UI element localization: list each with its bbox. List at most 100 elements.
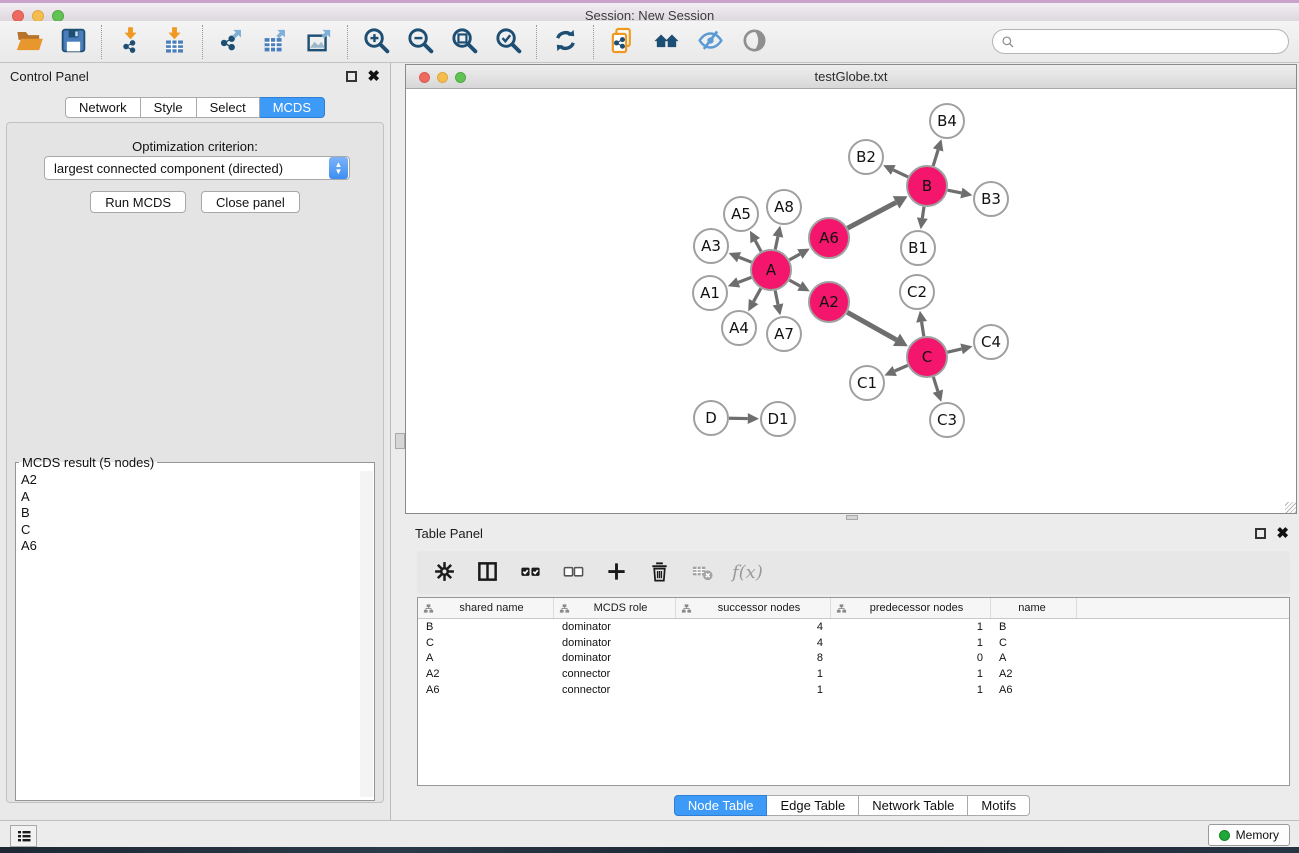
result-scrollbar[interactable] [360, 471, 373, 797]
table-cell[interactable]: A [991, 652, 1077, 664]
graph-edge-A-A2[interactable] [789, 280, 800, 286]
table-row[interactable]: Cdominator41C [418, 635, 1289, 651]
zoom-in-button[interactable] [359, 25, 393, 59]
close-panel-button[interactable]: Close panel [201, 191, 300, 213]
save-session-button[interactable] [56, 25, 90, 59]
table-cell[interactable]: 1 [676, 668, 831, 680]
run-mcds-button[interactable]: Run MCDS [90, 191, 186, 213]
graph-edge-A-A7[interactable] [775, 291, 778, 305]
select-all-checkboxes-button[interactable] [517, 560, 543, 586]
graph-edge-A6-B[interactable] [848, 202, 897, 228]
tab-network[interactable]: Network [65, 97, 141, 118]
graph-edge-A-A6[interactable] [789, 254, 800, 260]
import-network-button[interactable] [113, 25, 147, 59]
import-table-button[interactable] [157, 25, 191, 59]
tab-select[interactable]: Select [197, 97, 260, 118]
table-cell[interactable]: 1 [831, 621, 991, 633]
graph-edge-C-C4[interactable] [947, 349, 961, 352]
mcds-result-item[interactable]: C [21, 522, 374, 539]
table-cell[interactable]: 1 [831, 637, 991, 649]
column-header-shared-name[interactable]: shared name [418, 598, 554, 618]
search-box[interactable] [992, 29, 1289, 54]
graph-edge-B-B2[interactable] [893, 170, 908, 177]
table-cell[interactable]: 1 [831, 684, 991, 696]
graph-edge-B-B3[interactable] [948, 190, 962, 193]
homes-button[interactable] [649, 25, 683, 59]
table-cell[interactable]: connector [554, 684, 676, 696]
graph-edge-C-C1[interactable] [895, 365, 908, 371]
graph-edge-B-B1[interactable] [922, 207, 924, 218]
mcds-result-item[interactable]: A2 [21, 472, 374, 489]
table-row[interactable]: A6connector11A6 [418, 682, 1289, 698]
table-float-panel-icon[interactable] [1255, 528, 1266, 539]
open-file-button[interactable] [12, 25, 46, 59]
export-table-button[interactable] [258, 25, 292, 59]
table-cell[interactable]: B [418, 621, 554, 633]
table-row[interactable]: Bdominator41B [418, 619, 1289, 635]
graph-edge-C-C2[interactable] [922, 322, 924, 336]
table-cell[interactable]: A [418, 652, 554, 664]
tab-network-table[interactable]: Network Table [859, 795, 968, 816]
table-cell[interactable]: A2 [991, 668, 1077, 680]
network-window-titlebar[interactable]: testGlobe.txt [406, 65, 1296, 89]
table-cell[interactable]: 4 [676, 637, 831, 649]
table-cell[interactable]: A2 [418, 668, 554, 680]
graph-edge-A-A1[interactable] [738, 277, 751, 282]
column-layout-button[interactable] [474, 560, 500, 586]
hide-display-button[interactable] [693, 25, 727, 59]
table-row[interactable]: Adominator80A [418, 650, 1289, 666]
delete-table-button[interactable] [689, 560, 715, 586]
table-cell[interactable]: dominator [554, 621, 676, 633]
tab-node-table[interactable]: Node Table [674, 795, 768, 816]
export-network-button[interactable] [214, 25, 248, 59]
search-input[interactable] [1019, 32, 1288, 52]
network-canvas[interactable]: B4B2BB3A5A8A6A3AB1A1C2A2A4A7C4CC1DD1C3 [406, 89, 1296, 513]
graph-edge-C-C3[interactable] [933, 377, 938, 391]
table-cell[interactable]: 4 [676, 621, 831, 633]
zoom-fit-button[interactable] [447, 25, 481, 59]
table-cell[interactable]: dominator [554, 652, 676, 664]
column-header-successor-nodes[interactable]: successor nodes [676, 598, 831, 618]
table-cell[interactable]: A6 [418, 684, 554, 696]
table-cell[interactable]: C [418, 637, 554, 649]
column-header-MCDS-role[interactable]: MCDS role [554, 598, 676, 618]
mcds-result-list[interactable]: A2ABCA6 [16, 470, 374, 555]
mcds-result-item[interactable]: A6 [21, 538, 374, 555]
float-panel-icon[interactable] [346, 71, 357, 82]
table-cell[interactable]: 0 [831, 652, 991, 664]
window-resize-handle[interactable] [1285, 502, 1296, 513]
table-close-panel-icon[interactable]: ✖ [1276, 528, 1289, 539]
zoom-selected-button[interactable] [491, 25, 525, 59]
export-image-button[interactable] [302, 25, 336, 59]
show-display-button[interactable] [737, 25, 771, 59]
zoom-out-button[interactable] [403, 25, 437, 59]
panel-divider-grip[interactable] [395, 433, 405, 449]
table-cell[interactable]: dominator [554, 637, 676, 649]
tab-mcds[interactable]: MCDS [260, 97, 325, 118]
tab-motifs[interactable]: Motifs [968, 795, 1030, 816]
criterion-dropdown[interactable]: largest connected component (directed) ▲… [44, 156, 350, 180]
mcds-result-item[interactable]: B [21, 505, 374, 522]
table-cell[interactable]: 8 [676, 652, 831, 664]
function-builder-button[interactable]: f(x) [732, 560, 763, 586]
table-cell[interactable]: connector [554, 668, 676, 680]
table-row[interactable]: A2connector11A2 [418, 666, 1289, 682]
table-cell[interactable]: 1 [676, 684, 831, 696]
graph-edge-B-B4[interactable] [933, 150, 938, 166]
mcds-result-item[interactable]: A [21, 489, 374, 506]
delete-row-button[interactable] [646, 560, 672, 586]
refresh-layout-button[interactable] [548, 25, 582, 59]
deselect-all-checkboxes-button[interactable] [560, 560, 586, 586]
tab-edge-table[interactable]: Edge Table [767, 795, 859, 816]
table-cell[interactable]: C [991, 637, 1077, 649]
column-header-predecessor-nodes[interactable]: predecessor nodes [831, 598, 991, 618]
clone-network-button[interactable] [605, 25, 639, 59]
graph-edge-A-A4[interactable] [754, 288, 761, 301]
column-header-name[interactable]: name [991, 598, 1077, 618]
table-settings-button[interactable] [431, 560, 457, 586]
graph-edge-A2-C[interactable] [847, 312, 896, 340]
close-panel-icon[interactable]: ✖ [367, 71, 380, 82]
table-cell[interactable]: A6 [991, 684, 1077, 696]
tab-style[interactable]: Style [141, 97, 197, 118]
graph-edge-A-A3[interactable] [739, 257, 751, 262]
